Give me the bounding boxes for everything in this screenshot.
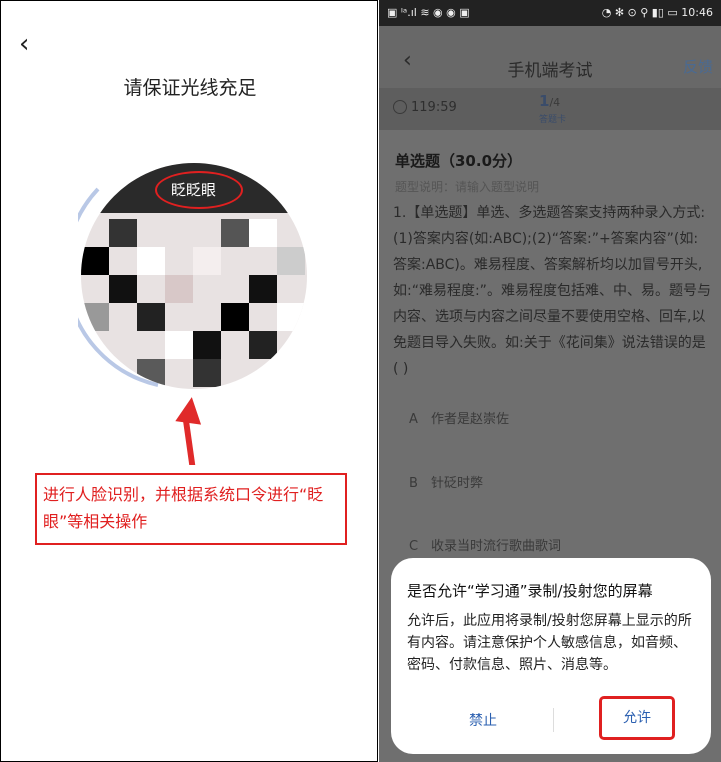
dialog-body: 允许后，此应用将录制/投射您屏幕上显示的所有内容。请注意保护个人敏感信息，如音频… (407, 613, 692, 673)
option-text: 作者是赵崇佐 (431, 412, 510, 427)
page-title: 手机端考试 (507, 61, 593, 81)
clock-icon (393, 100, 407, 114)
option-key: B (409, 476, 418, 491)
question-description: 题型说明：请输入题型说明 (395, 180, 540, 194)
question-text: 1.【单选题】单选、多选题答案支持两种录入方式:(1)答案内容(如:ABC);(… (393, 205, 711, 377)
face-verify-panel: ‹ 请保证光线充足 眨眨眼 进行人脸识别，并根据系统口令进行“眨眼”等相关操作 (0, 0, 378, 762)
blink-highlight-circle (155, 171, 243, 209)
nav-bar: ‹ 手机端考试 反馈 (379, 26, 721, 88)
status-right-icons: ◔ ✻ ⊙ ⚲ ▮▯ ▭ 10:46 (601, 6, 713, 19)
chevron-left-icon: ‹ (19, 29, 30, 59)
screen-record-permission-dialog: 是否允许“学习通”录制/投射您的屏幕 允许后，此应用将录制/投射您屏幕上显示的所… (391, 558, 711, 754)
question-progress[interactable]: 1/4 (539, 92, 560, 110)
option-text: 针砭时弊 (431, 476, 484, 491)
timer-bar: 119:59 1/4 答题卡 (379, 88, 721, 130)
option-text: 收录当时流行歌曲歌词 (431, 539, 562, 554)
instruction-note: 进行人脸识别，并根据系统口令进行“眨眼”等相关操作 (35, 473, 347, 545)
arrow-shaft (182, 419, 196, 465)
page-title: 请保证光线充足 (123, 77, 257, 99)
option-key: A (409, 412, 418, 427)
progress-total: /4 (549, 96, 561, 109)
button-divider (553, 708, 554, 732)
dialog-title: 是否允许“学习通”录制/投射您的屏幕 (407, 582, 653, 600)
back-button[interactable]: ‹ (19, 31, 29, 57)
deny-button[interactable]: 禁止 (469, 710, 497, 730)
option-a[interactable]: A 作者是赵崇佐 (409, 408, 509, 427)
status-bar: ▣ ᴵᵃ.ıl ≋ ◉ ◉ ▣ ◔ ✻ ⊙ ⚲ ▮▯ ▭ 10:46 (379, 0, 721, 26)
status-left-icons: ▣ ᴵᵃ.ıl ≋ ◉ ◉ ▣ (387, 6, 470, 19)
answer-card-link[interactable]: 答题卡 (539, 112, 566, 125)
question-type: 单选题（30.0分） (395, 152, 523, 170)
allow-button[interactable]: 允许 (599, 696, 675, 740)
progress-current: 1 (539, 92, 550, 110)
option-key: C (409, 539, 419, 554)
mobile-exam-screen: ▣ ᴵᵃ.ıl ≋ ◉ ◉ ▣ ◔ ✻ ⊙ ⚲ ▮▯ ▭ 10:46 ‹ 手机端… (379, 0, 721, 762)
arrow-up-icon (175, 395, 205, 425)
option-c[interactable]: C 收录当时流行歌曲歌词 (409, 535, 561, 554)
option-b[interactable]: B 针砭时弊 (409, 472, 483, 491)
feedback-link[interactable]: 反馈 (683, 56, 713, 77)
timer-value: 119:59 (411, 100, 457, 115)
